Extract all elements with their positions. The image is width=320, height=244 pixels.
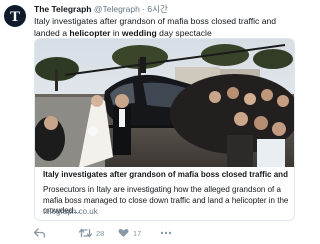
tweet-text-bold-wedding: wedding bbox=[121, 27, 157, 38]
author-name[interactable]: The Telegraph bbox=[34, 4, 91, 14]
svg-text:T: T bbox=[10, 9, 20, 25]
more-button[interactable] bbox=[160, 228, 176, 238]
tweet-text-bold-helicopter: helicopter bbox=[69, 27, 111, 38]
avatar[interactable]: T bbox=[4, 5, 26, 27]
card-image[interactable] bbox=[35, 39, 294, 167]
author-handle[interactable]: @Telegraph bbox=[94, 4, 140, 14]
retweet-count: 28 bbox=[96, 228, 105, 238]
more-icon bbox=[160, 231, 172, 235]
tweet[interactable]: T The Telegraph @Telegraph · 6시간 Italy i… bbox=[0, 0, 300, 244]
like-count: 17 bbox=[133, 228, 142, 238]
tweet-actions: 28 17 bbox=[34, 228, 294, 242]
tweet-timestamp[interactable]: 6시간 bbox=[147, 4, 167, 14]
separator-dot: · bbox=[142, 4, 146, 14]
tweet-header: The Telegraph @Telegraph · 6시간 bbox=[34, 4, 168, 14]
retweet-icon bbox=[79, 228, 92, 238]
telegraph-logo-icon: T bbox=[10, 9, 20, 25]
link-card[interactable]: Italy investigates after grandson of maf… bbox=[34, 38, 295, 221]
heart-icon bbox=[118, 228, 129, 237]
card-domain: telegraph.co.uk bbox=[43, 207, 98, 216]
card-title[interactable]: Italy investigates after grandson of maf… bbox=[43, 170, 289, 181]
tweet-text-end: day spectacle bbox=[156, 27, 212, 38]
tweet-text: Italy investigates after grandson of maf… bbox=[34, 16, 296, 39]
retweet-button[interactable]: 28 bbox=[79, 228, 104, 238]
tweet-text-mid: in bbox=[110, 27, 122, 38]
reply-button[interactable] bbox=[34, 228, 49, 238]
reply-icon bbox=[34, 228, 45, 238]
like-button[interactable]: 17 bbox=[118, 228, 141, 238]
